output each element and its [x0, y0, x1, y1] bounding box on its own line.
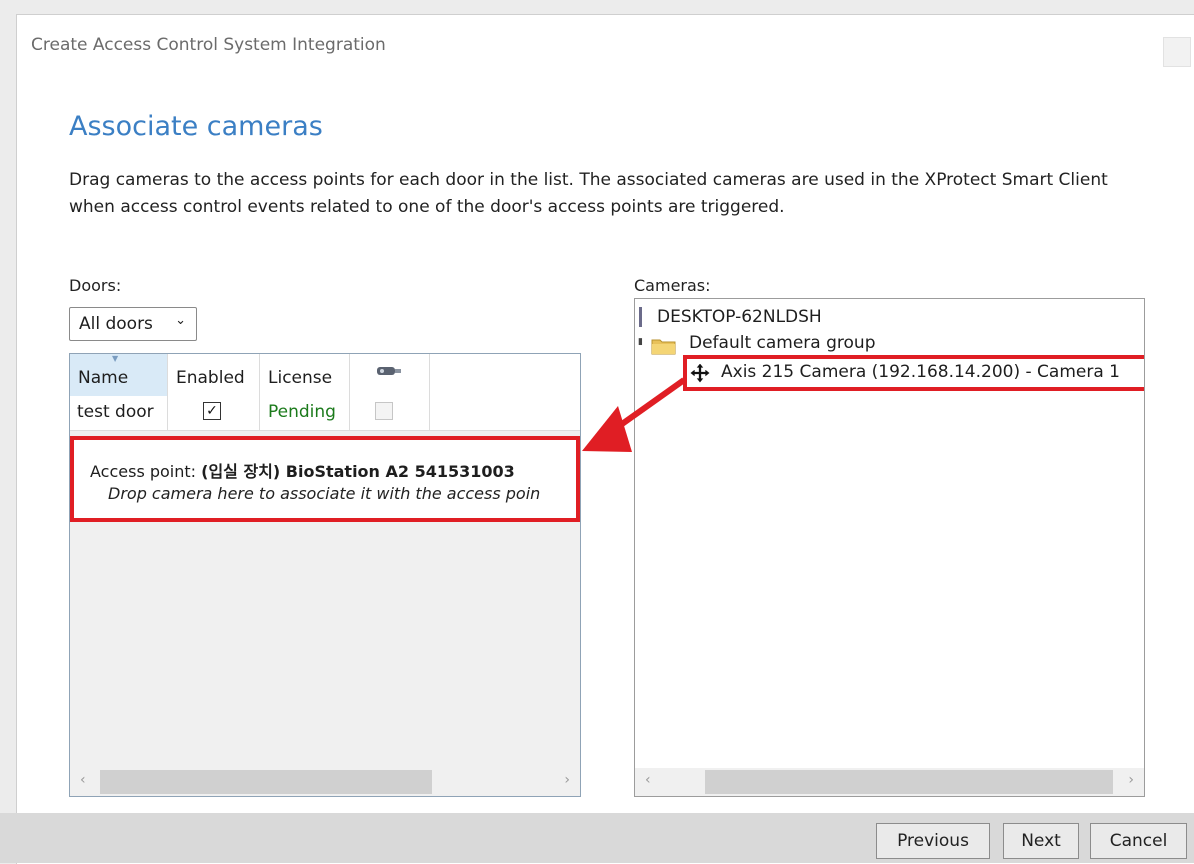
camera-icon	[377, 367, 401, 375]
cancel-button[interactable]: Cancel	[1090, 823, 1187, 859]
scroll-right-icon[interactable]: ›	[564, 772, 570, 788]
doors-filter-value: All doors	[79, 314, 153, 334]
wizard-window: Create Access Control System Integration…	[16, 14, 1194, 864]
doors-filter-dropdown[interactable]: All doors ⌄	[69, 307, 197, 341]
camera-label: Axis 215 Camera (192.168.14.200) - Camer…	[721, 362, 1120, 382]
access-point-drop-target[interactable]: Access point: (입실 장치) BioStation A2 5415…	[70, 436, 580, 522]
table-row[interactable]: test door ✓ Pending	[70, 396, 580, 431]
chevron-down-icon: ⌄	[175, 313, 186, 328]
server-icon	[639, 307, 642, 327]
window-control-button[interactable]	[1163, 37, 1191, 67]
window-title: Create Access Control System Integration	[31, 35, 386, 55]
tree-group-default[interactable]: Default camera group	[689, 333, 876, 353]
enabled-cell: ✓	[168, 396, 260, 430]
move-cursor-icon	[689, 362, 711, 384]
drop-hint: Drop camera here to associate it with th…	[108, 484, 541, 503]
column-header-enabled[interactable]: Enabled	[168, 354, 260, 396]
doors-horizontal-scrollbar[interactable]: ‹ ›	[70, 768, 580, 796]
scroll-left-icon[interactable]: ‹	[645, 772, 651, 788]
next-button[interactable]: Next	[1003, 823, 1079, 859]
access-point-title: Access point: (입실 장치) BioStation A2 5415…	[90, 458, 515, 482]
expander-icon[interactable]: ▮	[638, 337, 643, 347]
tree-root-server[interactable]: DESKTOP-62NLDSH	[657, 307, 822, 327]
cameras-tree: DESKTOP-62NLDSH ▮ Default camera group A…	[634, 298, 1145, 797]
wizard-footer: Previous Next Cancel	[0, 813, 1194, 863]
access-point-name: (입실 장치) BioStation A2 541531003	[201, 462, 515, 481]
scroll-right-icon[interactable]: ›	[1128, 772, 1134, 788]
previous-button[interactable]: Previous	[876, 823, 990, 859]
column-header-license[interactable]: License	[260, 354, 350, 396]
sort-indicator-icon: ▼	[112, 354, 119, 363]
doors-grid: ▼ Name Enabled License test door ✓ Pendi…	[69, 353, 581, 797]
cameras-horizontal-scrollbar[interactable]: ‹ ›	[635, 768, 1144, 796]
scroll-thumb[interactable]	[705, 770, 1113, 794]
page-description: Drag cameras to the access points for ea…	[69, 170, 1108, 217]
camera-cell	[350, 396, 430, 430]
camera-checkbox[interactable]	[375, 402, 393, 420]
column-header-camera[interactable]	[350, 354, 430, 396]
cameras-label: Cameras:	[634, 276, 711, 295]
doors-label: Doors:	[69, 276, 122, 295]
enabled-checkbox[interactable]: ✓	[203, 402, 221, 420]
grid-header: ▼ Name Enabled License	[70, 354, 580, 397]
page-heading: Associate cameras	[69, 111, 323, 142]
access-point-prefix: Access point:	[90, 462, 202, 481]
scroll-thumb[interactable]	[100, 770, 432, 794]
folder-icon	[651, 339, 676, 355]
scroll-left-icon[interactable]: ‹	[80, 772, 86, 788]
license-status: Pending	[260, 396, 350, 430]
door-name-cell: test door	[70, 396, 168, 430]
tree-camera-item[interactable]: Axis 215 Camera (192.168.14.200) - Camer…	[683, 355, 1144, 391]
column-header-name[interactable]: ▼ Name	[70, 354, 168, 396]
